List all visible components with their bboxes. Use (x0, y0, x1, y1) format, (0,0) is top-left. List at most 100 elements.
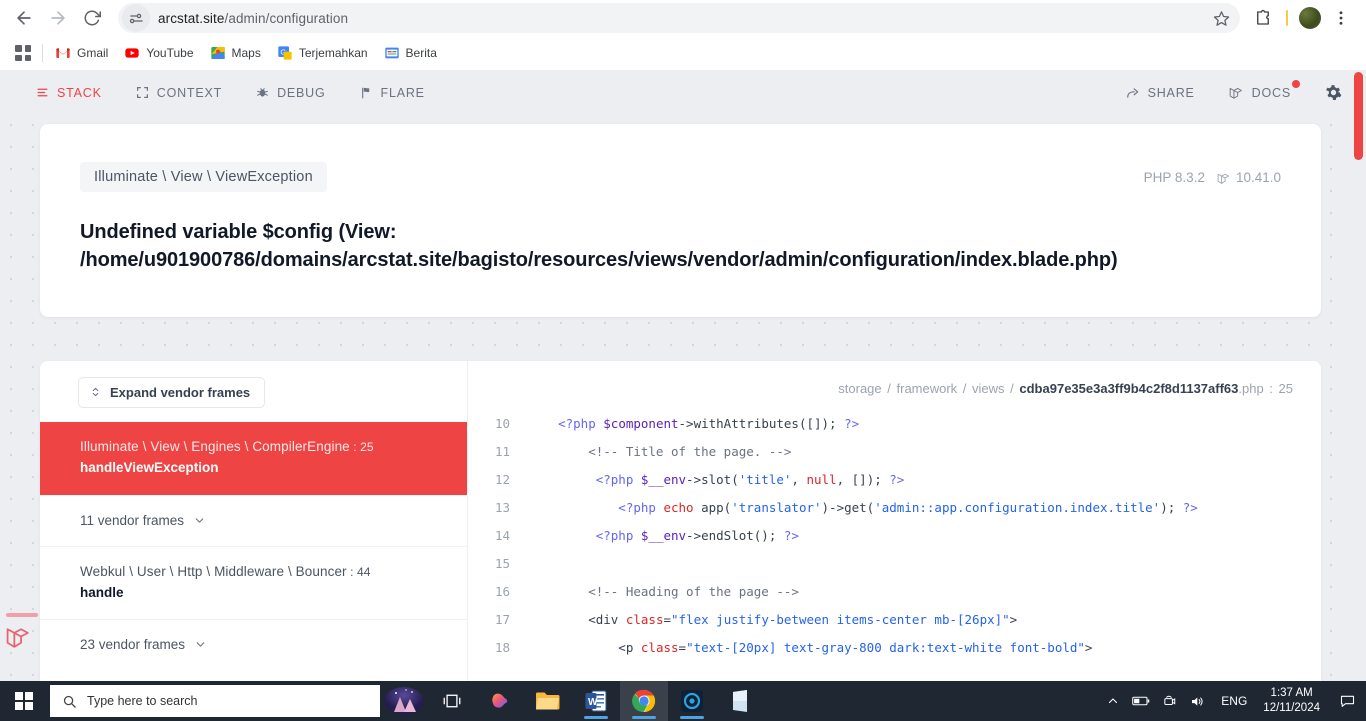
translate-icon: G (278, 46, 292, 60)
laravel-icon (1229, 88, 1242, 99)
stack-frame-active[interactable]: Illuminate \ View \ Engines \ CompilerEn… (40, 421, 467, 495)
apps-grid-icon[interactable] (12, 42, 34, 64)
expand-label: Expand vendor frames (110, 384, 251, 400)
stack-lines-icon (37, 88, 48, 97)
battery-icon (1132, 696, 1150, 706)
search-placeholder: Type here to search (87, 694, 198, 708)
expand-vendor-frames-button[interactable]: Expand vendor frames (78, 376, 266, 408)
scrollbar-thumb[interactable] (1354, 72, 1363, 160)
path-part: framework (896, 380, 958, 396)
exception-message: Undefined variable $config (View: /home/… (80, 221, 1118, 272)
site-settings-button[interactable] (122, 4, 150, 32)
exception-class-badge: Illuminate \ View \ ViewException (80, 162, 327, 192)
task-view-button[interactable] (428, 681, 476, 721)
laravel-icon (6, 628, 29, 648)
tab-stack[interactable]: STACK (36, 86, 102, 100)
file-explorer-icon (536, 692, 560, 710)
star-icon (1213, 10, 1229, 26)
tab-context[interactable]: CONTEXT (136, 86, 222, 100)
news-weather-widget[interactable] (380, 681, 428, 721)
bookmark-label: Gmail (77, 46, 109, 60)
code-line-number: 15 (494, 555, 510, 571)
show-hidden-icons-button[interactable] (1099, 681, 1127, 721)
code-line: 17 <div class="flex justify-between item… (468, 606, 1321, 634)
reload-button[interactable] (76, 2, 108, 34)
code-file-breadcrumb[interactable]: storage / framework / views / cdba97e35e… (468, 361, 1321, 410)
volume-button[interactable] (1183, 681, 1211, 721)
share-button[interactable]: SHARE (1126, 86, 1195, 100)
path-ext: .php (1238, 380, 1264, 396)
browser-toolbar-right (1248, 3, 1358, 33)
taskbar-search[interactable]: Type here to search (50, 685, 380, 717)
taskbar-app-file-explorer[interactable] (524, 681, 572, 721)
share-arrow-icon (1126, 87, 1138, 98)
back-button[interactable] (8, 2, 40, 34)
profile-button[interactable] (1296, 4, 1324, 32)
vendor-frames-label: 11 vendor frames (80, 512, 185, 528)
tab-label: FLARE (380, 85, 425, 100)
page-scrollbar[interactable] (1351, 70, 1366, 681)
brackets-icon (136, 87, 148, 98)
bookmark-youtube[interactable]: YouTube (116, 41, 201, 65)
gmail-icon (56, 48, 70, 58)
reload-icon (84, 10, 101, 26)
chrome-menu-button[interactable] (1326, 3, 1356, 33)
taskbar-app-word[interactable]: W (572, 681, 620, 721)
bookmark-button[interactable] (1208, 5, 1234, 31)
clock-date: 12/11/2024 (1263, 702, 1320, 714)
flare-logo[interactable] (6, 613, 38, 655)
path-part: storage (838, 380, 882, 396)
taskbar-app-store[interactable] (716, 681, 764, 721)
frame-class-text: Illuminate \ View \ Engines \ CompilerEn… (80, 438, 350, 454)
tab-flare[interactable]: FLARE (360, 86, 425, 100)
extensions-button[interactable] (1248, 3, 1278, 33)
code-line-text: <!-- Title of the page. --> (528, 443, 792, 459)
taskbar-app-copilot[interactable] (476, 681, 524, 721)
tab-debug[interactable]: DEBUG (256, 86, 325, 100)
code-line: 18 <p class="text-[20px] text-gray-800 d… (468, 634, 1321, 662)
laravel-icon (1217, 173, 1229, 184)
battery-button[interactable] (1127, 681, 1155, 721)
flare-error-page: STACK CONTEXT DEBUG FLARE SHARE DOCS Ill… (0, 70, 1366, 681)
laravel-version: 10.41.0 (1235, 170, 1281, 185)
vendor-frames-group-1[interactable]: 11 vendor frames (40, 494, 467, 546)
bookmark-berita[interactable]: Berita (376, 41, 445, 65)
taskbar-app-teams[interactable] (668, 681, 716, 721)
bookmark-maps[interactable]: Maps (202, 41, 269, 65)
windows-start-icon (15, 692, 33, 710)
toolbar-divider (1286, 10, 1288, 26)
taskbar-app-chrome[interactable] (620, 681, 668, 721)
three-dot-menu-icon (1339, 11, 1343, 25)
news-weather-widget-icon (384, 687, 424, 715)
bookmark-terjemahkan[interactable]: G Terjemahkan (269, 41, 376, 65)
settings-button[interactable] (1325, 84, 1342, 101)
docs-label: DOCS (1251, 85, 1291, 100)
action-center-button[interactable] (1332, 681, 1362, 721)
runtime-versions: PHP 8.3.2 10.41.0 (1144, 162, 1281, 185)
code-line: 10 <?php $component->withAttributes([]);… (468, 410, 1321, 438)
start-button[interactable] (0, 681, 48, 721)
tab-label: CONTEXT (156, 85, 223, 100)
bookmarks-divider (42, 44, 43, 62)
windows-taskbar: Type here to search W ENG 1:37 AM 12/11/… (0, 681, 1366, 721)
stack-frame-bouncer[interactable]: Webkul \ User \ Http \ Middleware \ Boun… (40, 545, 467, 620)
news-icon (384, 47, 399, 59)
extensions-puzzle-icon (1257, 9, 1269, 25)
code-line-number: 11 (494, 443, 510, 459)
language-indicator[interactable]: ENG (1211, 694, 1257, 708)
docs-button[interactable]: DOCS (1229, 80, 1300, 100)
clock[interactable]: 1:37 AM 12/11/2024 (1257, 686, 1332, 716)
exception-card: Illuminate \ View \ ViewException PHP 8.… (40, 124, 1321, 317)
flare-logo-bar (6, 613, 38, 617)
store-icon (733, 690, 747, 712)
php-version: PHP 8.3.2 (1143, 170, 1205, 185)
bookmark-gmail[interactable]: Gmail (47, 41, 116, 65)
flare-flag-icon (361, 87, 369, 98)
code-line: 16 <!-- Heading of the page --> (468, 578, 1321, 606)
forward-button[interactable] (42, 2, 74, 34)
vendor-frames-group-2[interactable]: 23 vendor frames (40, 619, 467, 670)
vendor-frames-label: 23 vendor frames (80, 637, 186, 653)
address-bar[interactable]: arcstat.site/admin/configuration (118, 3, 1240, 33)
browser-chrome: arcstat.site/admin/configuration Gmail Y… (0, 0, 1366, 70)
network-button[interactable] (1155, 681, 1183, 721)
